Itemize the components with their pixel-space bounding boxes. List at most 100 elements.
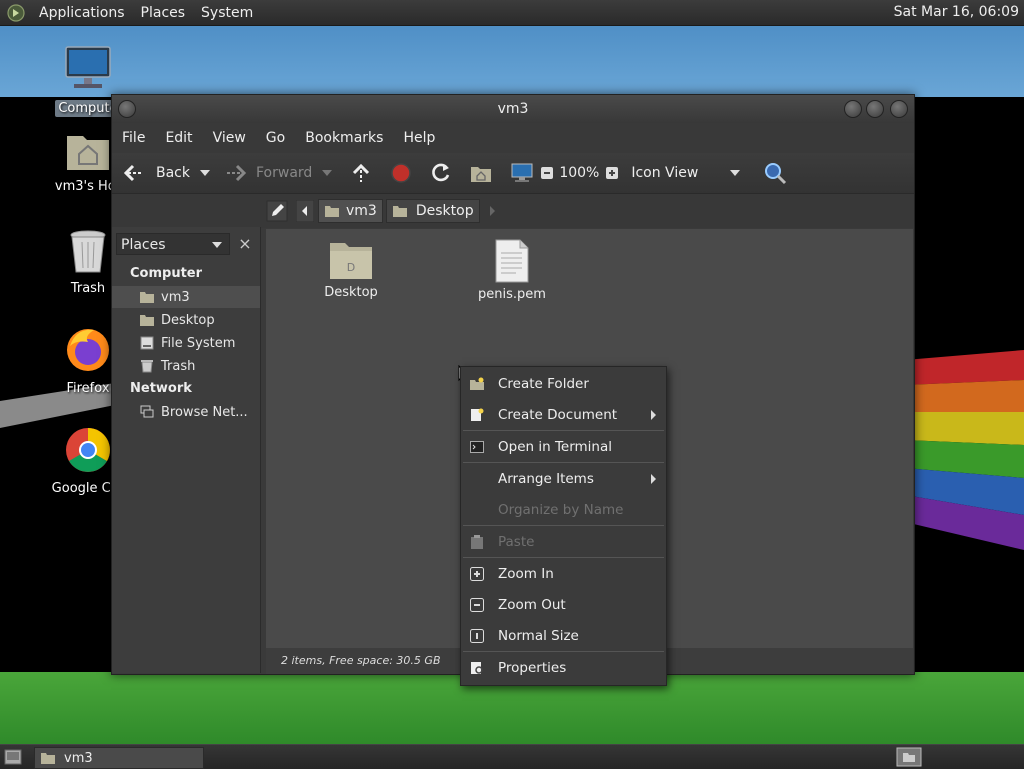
distro-logo-icon[interactable]: [7, 3, 25, 22]
taskbar-item-vm3[interactable]: vm3: [34, 747, 204, 769]
location-bar: vm3 Desktop: [112, 194, 914, 228]
desktop-icon-label: Firefox: [66, 381, 110, 396]
clock[interactable]: Sat Mar 16, 06:09: [894, 4, 1019, 20]
menu-separator: [463, 525, 664, 526]
computer-icon: [65, 46, 111, 88]
menu-item-zoom-in[interactable]: Zoom In: [461, 561, 666, 587]
taskbar-item-label: vm3: [64, 750, 93, 766]
sidebar-item-label: Desktop: [161, 312, 215, 328]
menu-item-properties[interactable]: Properties: [461, 655, 666, 681]
menu-item-create-folder[interactable]: Create Folder: [461, 371, 666, 397]
new-folder-icon: [470, 377, 484, 390]
window-titlebar[interactable]: vm3: [112, 95, 914, 123]
sidebar-item-label: vm3: [161, 289, 190, 305]
close-sidebar-icon[interactable]: ×: [235, 234, 255, 254]
context-menu: Create Folder Create Document Open in Te…: [460, 366, 667, 686]
menu-go[interactable]: Go: [256, 130, 295, 146]
file-item-penis-pem[interactable]: penis.pem: [462, 239, 562, 302]
toolbar: Back Forward 100% Icon View: [112, 153, 914, 194]
firefox-icon: [67, 329, 109, 371]
search-icon[interactable]: [763, 161, 787, 185]
window-menu-button[interactable]: [118, 100, 136, 118]
sidebar-item-trash[interactable]: Trash: [112, 355, 260, 377]
zoom-original-icon: [470, 629, 484, 643]
minimize-button[interactable]: [844, 100, 862, 118]
sidebar-item-vm3[interactable]: vm3: [112, 286, 260, 308]
toggle-location-entry-icon[interactable]: [266, 200, 288, 222]
zoom-out-icon[interactable]: [540, 166, 554, 180]
chevron-down-icon: [212, 242, 222, 248]
terminal-icon: [470, 441, 484, 453]
menu-item-create-document[interactable]: Create Document: [461, 402, 666, 428]
menu-item-label: Properties: [498, 660, 567, 676]
menu-item-normal-size[interactable]: Normal Size: [461, 623, 666, 649]
bottom-panel: vm3: [0, 744, 1024, 769]
menu-item-open-terminal[interactable]: Open in Terminal: [461, 434, 666, 460]
reload-icon[interactable]: [430, 162, 452, 184]
menu-bookmarks[interactable]: Bookmarks: [295, 130, 393, 146]
status-text: 2 items, Free space: 30.5 GB: [281, 654, 441, 667]
menu-file[interactable]: File: [112, 130, 155, 146]
forward-history-dropdown-icon[interactable]: [320, 168, 334, 178]
menu-separator: [463, 557, 664, 558]
breadcrumb-right-icon[interactable]: [483, 200, 501, 222]
close-button[interactable]: [890, 100, 908, 118]
desktop-folder-icon: [392, 206, 407, 217]
menu-separator: [463, 430, 664, 431]
back-button[interactable]: Back: [122, 163, 190, 183]
up-arrow-icon[interactable]: [350, 162, 372, 184]
forward-label: Forward: [256, 165, 313, 181]
menu-view[interactable]: View: [203, 130, 256, 146]
applications-menu[interactable]: Applications: [31, 5, 133, 21]
stop-icon[interactable]: [390, 162, 412, 184]
sidebar-section-network: Network: [130, 381, 192, 396]
sidebar-selector-label: Places: [121, 237, 166, 253]
menu-item-label: Create Folder: [498, 376, 589, 392]
menu-help[interactable]: Help: [393, 130, 445, 146]
sidebar-item-file-system[interactable]: File System: [112, 332, 260, 354]
home-folder-icon: [67, 136, 109, 170]
wallpaper-rainbow: [905, 350, 1024, 550]
folder-icon: D: [330, 243, 372, 279]
drive-icon: [140, 336, 154, 350]
file-item-desktop[interactable]: D Desktop: [301, 239, 401, 300]
workspace-switcher-icon[interactable]: [896, 747, 922, 767]
sidebar-selector[interactable]: Places: [116, 233, 230, 255]
computer-icon[interactable]: [510, 162, 534, 184]
sidebar-item-label: Trash: [161, 358, 196, 374]
menu-item-organize-by-name[interactable]: Organize by Name: [461, 497, 666, 523]
chrome-icon: [66, 428, 110, 472]
view-mode-select[interactable]: Icon View: [631, 165, 741, 181]
chevron-down-icon: [730, 170, 741, 176]
system-menu[interactable]: System: [193, 5, 261, 21]
sidebar: Places × Computer vm3 Desktop File Syste…: [112, 227, 261, 673]
breadcrumb-vm3[interactable]: vm3: [318, 199, 383, 223]
breadcrumb-desktop[interactable]: Desktop: [385, 199, 480, 223]
maximize-button[interactable]: [866, 100, 884, 118]
menu-edit[interactable]: Edit: [155, 130, 202, 146]
sidebar-item-browse-network[interactable]: Browse Net...: [112, 401, 260, 423]
show-desktop-icon[interactable]: [4, 749, 22, 765]
desktop-folder-icon: [140, 315, 154, 326]
back-history-dropdown-icon[interactable]: [198, 168, 212, 178]
breadcrumb-left-icon[interactable]: [296, 200, 314, 222]
home-icon[interactable]: [470, 163, 492, 183]
sidebar-section-computer: Computer: [130, 266, 203, 281]
sidebar-item-desktop[interactable]: Desktop: [112, 309, 260, 331]
desktop-icon-label: Trash: [70, 281, 106, 296]
sidebar-item-label: Browse Net...: [161, 404, 248, 420]
forward-button[interactable]: Forward: [224, 163, 312, 183]
home-folder-icon: [41, 753, 55, 764]
menu-item-arrange-items[interactable]: Arrange Items: [461, 466, 666, 492]
view-mode-label: Icon View: [631, 165, 699, 181]
back-arrow-icon: [123, 164, 143, 182]
home-folder-icon: [140, 292, 154, 303]
places-menu[interactable]: Places: [133, 5, 194, 21]
menu-item-zoom-out[interactable]: Zoom Out: [461, 592, 666, 618]
menu-item-paste[interactable]: Paste: [461, 529, 666, 555]
zoom-level[interactable]: 100%: [559, 165, 599, 181]
menu-item-label: Normal Size: [498, 628, 579, 644]
trash-icon: [141, 360, 153, 373]
zoom-in-icon[interactable]: [605, 166, 619, 180]
paste-icon: [471, 535, 483, 549]
